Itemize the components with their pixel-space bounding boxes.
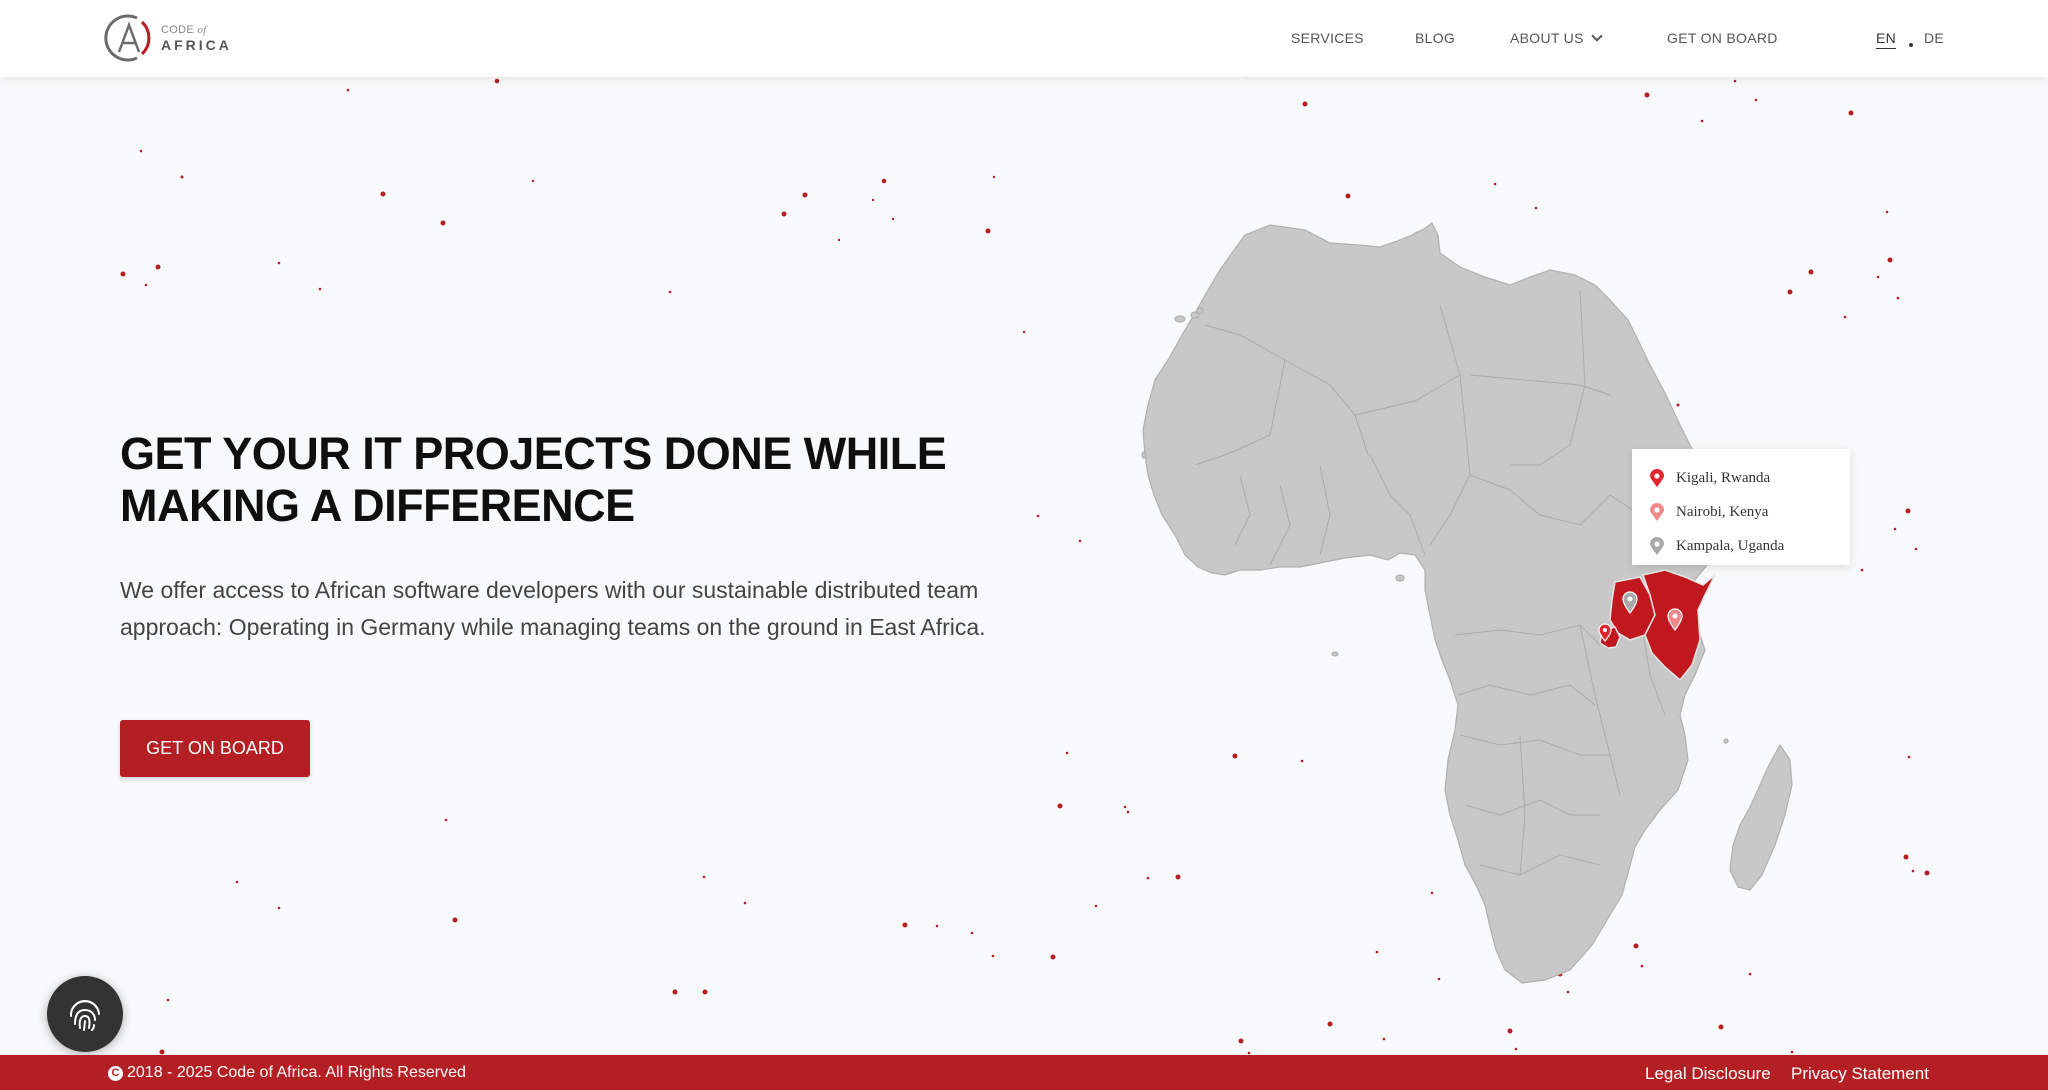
- site-header: CODE of AFRICA SERVICES BLOG ABOUT US GE…: [0, 0, 2048, 77]
- map-pin-icon: [1650, 537, 1664, 555]
- hero-title-line2: MAKING A DIFFERENCE: [120, 480, 635, 531]
- location-legend: Kigali, Rwanda Nairobi, Kenya Kampala, U…: [1632, 449, 1850, 565]
- legend-label: Kampala, Uganda: [1676, 537, 1785, 554]
- cookie-consent-button[interactable]: [47, 976, 123, 1052]
- hero-description: We offer access to African software deve…: [120, 577, 986, 640]
- lang-de[interactable]: DE: [1924, 30, 1944, 46]
- copyright: C 2018 - 2025 Code of Africa. All Rights…: [108, 1064, 466, 1082]
- nav-about-us-label: ABOUT US: [1510, 30, 1584, 46]
- map-pin-icon: [1650, 503, 1664, 521]
- legend-label: Nairobi, Kenya: [1676, 503, 1769, 520]
- get-on-board-button[interactable]: GET ON BOARD: [120, 720, 310, 777]
- hero-title-line1: GET YOUR IT PROJECTS DONE WHILE: [120, 428, 947, 479]
- copyright-icon: C: [108, 1065, 123, 1081]
- site-footer: C 2018 - 2025 Code of Africa. All Rights…: [0, 1055, 2048, 1090]
- nav-about-us[interactable]: ABOUT US: [1510, 30, 1603, 46]
- legal-disclosure-link[interactable]: Legal Disclosure: [1645, 1064, 1771, 1084]
- privacy-statement-link[interactable]: Privacy Statement: [1791, 1064, 1929, 1084]
- legend-item: Kigali, Rwanda: [1650, 461, 1832, 495]
- fingerprint-icon: [69, 999, 100, 1031]
- copyright-text: 2018 - 2025 Code of Africa. All Rights R…: [127, 1064, 466, 1081]
- nav-get-on-board[interactable]: GET ON BOARD: [1667, 30, 1778, 46]
- legend-item: Nairobi, Kenya: [1650, 495, 1832, 529]
- lang-separator: [1909, 43, 1913, 47]
- nav-blog[interactable]: BLOG: [1415, 30, 1455, 46]
- hero-title: GET YOUR IT PROJECTS DONE WHILE MAKING A…: [120, 428, 1020, 532]
- legend-label: Kigali, Rwanda: [1676, 469, 1771, 486]
- nav-services[interactable]: SERVICES: [1291, 30, 1364, 46]
- africa-map: [1141, 222, 1793, 984]
- map-pin-icon: [1650, 469, 1664, 487]
- chevron-down-icon: [1591, 30, 1603, 42]
- lang-en[interactable]: EN: [1876, 30, 1897, 49]
- main-nav: SERVICES BLOG ABOUT US GET ON BOARD EN D…: [0, 0, 2048, 77]
- legend-item: Kampala, Uganda: [1650, 529, 1832, 563]
